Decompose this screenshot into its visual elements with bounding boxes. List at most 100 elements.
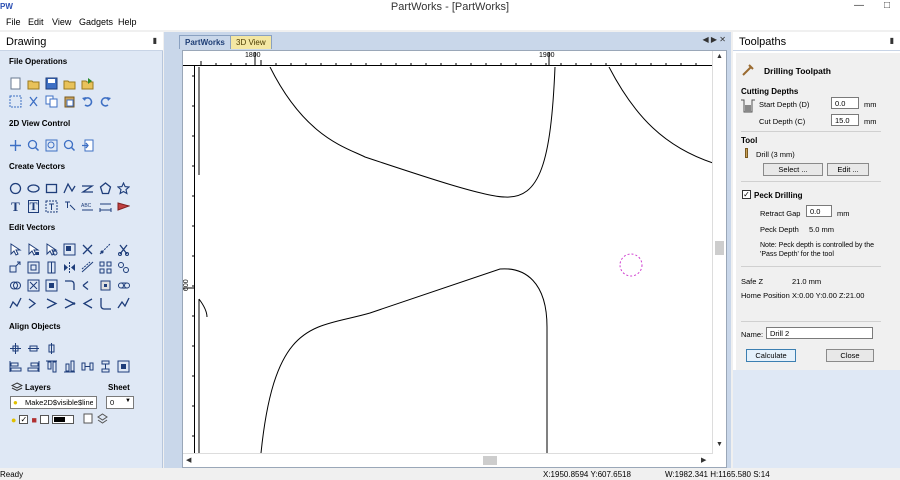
- fit-text-icon[interactable]: [44, 199, 59, 214]
- layer-properties-icon[interactable]: [83, 413, 94, 426]
- sheet-dropdown[interactable]: 0 ▼: [106, 396, 134, 409]
- edit-tool-button[interactable]: Edit ...: [827, 163, 869, 176]
- select-tool-button[interactable]: Select ...: [763, 163, 823, 176]
- layer-manager-icon[interactable]: [96, 413, 108, 426]
- pin-icon[interactable]: ▮: [153, 36, 157, 45]
- distribute-vertical-icon[interactable]: [98, 359, 113, 374]
- tab-partworks[interactable]: PartWorks: [179, 35, 231, 49]
- start-depth-input[interactable]: 0.0: [831, 97, 859, 109]
- fillet-icon[interactable]: [62, 278, 77, 293]
- menu-view[interactable]: View: [52, 17, 71, 27]
- star-icon[interactable]: [116, 181, 131, 196]
- open-folder-icon[interactable]: [26, 76, 41, 91]
- scroll-left-icon[interactable]: ◀: [186, 456, 191, 464]
- retract-gap-input[interactable]: 0.0: [806, 205, 832, 217]
- subtract-icon[interactable]: [26, 278, 41, 293]
- 2d-view[interactable]: 1800 1900 600 ▲ ▼ ◀ ▶: [182, 50, 727, 468]
- space-evenly-icon[interactable]: [116, 359, 131, 374]
- slot-icon[interactable]: [116, 278, 131, 293]
- dimensions-icon[interactable]: [98, 199, 113, 214]
- align-bottom-icon[interactable]: [62, 359, 77, 374]
- menu-file[interactable]: File: [6, 17, 21, 27]
- maximize-button[interactable]: □: [876, 0, 898, 13]
- align-center-icon[interactable]: [44, 260, 59, 275]
- curve-icon[interactable]: [80, 181, 95, 196]
- pan-icon[interactable]: [8, 138, 23, 153]
- scroll-down-icon[interactable]: ▼: [716, 441, 723, 448]
- offset-icon[interactable]: [80, 260, 95, 275]
- horizontal-scroll-thumb[interactable]: [483, 456, 497, 465]
- drawing-canvas[interactable]: [195, 66, 714, 454]
- lock-icon[interactable]: ■: [31, 415, 36, 425]
- tab-close-icon[interactable]: ✕: [719, 35, 726, 44]
- layer-color-picker[interactable]: [51, 415, 74, 424]
- polygon-icon[interactable]: [98, 181, 113, 196]
- circle-icon[interactable]: [8, 181, 23, 196]
- rectangle-icon[interactable]: [44, 181, 59, 196]
- save-icon[interactable]: [44, 76, 59, 91]
- dimension-icon[interactable]: ABC: [80, 199, 95, 214]
- polyline-icon[interactable]: [62, 181, 77, 196]
- menu-gadgets[interactable]: Gadgets: [79, 17, 113, 27]
- minimize-button[interactable]: —: [848, 0, 870, 13]
- join-open-icon[interactable]: [44, 296, 59, 311]
- pin-icon[interactable]: ▮: [890, 36, 894, 45]
- mirror-icon[interactable]: [98, 242, 113, 257]
- cut-depth-input[interactable]: 15.0: [831, 114, 859, 126]
- exit-icon[interactable]: [80, 138, 95, 153]
- locked-checkbox[interactable]: [39, 415, 49, 424]
- import-icon[interactable]: [80, 76, 95, 91]
- new-file-icon[interactable]: [8, 76, 23, 91]
- tab-next-icon[interactable]: ▶: [711, 35, 717, 44]
- select-all-icon[interactable]: [8, 94, 23, 109]
- zoom-box-icon[interactable]: [26, 138, 41, 153]
- node-edit-icon[interactable]: [26, 242, 41, 257]
- close-button[interactable]: Close: [826, 349, 874, 362]
- paste-icon[interactable]: [62, 94, 77, 109]
- intersect-icon[interactable]: [44, 278, 59, 293]
- align-vertical-icon[interactable]: [44, 341, 59, 356]
- scissors-icon[interactable]: [116, 242, 131, 257]
- text-tools-icon[interactable]: [62, 199, 77, 214]
- text-icon[interactable]: T: [8, 199, 23, 214]
- calculate-button[interactable]: Calculate: [746, 349, 796, 362]
- vertical-scroll-thumb[interactable]: [715, 241, 724, 255]
- horizontal-scrollbar[interactable]: ◀ ▶: [183, 453, 713, 467]
- transform-icon[interactable]: [44, 242, 59, 257]
- fillet-corner-icon[interactable]: [116, 296, 131, 311]
- tab-prev-icon[interactable]: ◀: [703, 35, 709, 44]
- close-vector-icon[interactable]: [26, 296, 41, 311]
- rotate-icon[interactable]: [80, 242, 95, 257]
- select-icon[interactable]: [8, 242, 23, 257]
- trim-icon[interactable]: [62, 296, 77, 311]
- trace-icon[interactable]: [116, 199, 131, 214]
- dogbone-icon[interactable]: [98, 296, 113, 311]
- join-icon[interactable]: [80, 278, 95, 293]
- align-top-icon[interactable]: [44, 359, 59, 374]
- layer-dropdown[interactable]: ● Make2D$visible$lines: [10, 396, 97, 409]
- tab-3d-view[interactable]: 3D View: [230, 35, 272, 49]
- scale-icon[interactable]: [26, 260, 41, 275]
- text-on-curve-icon[interactable]: T: [26, 199, 41, 214]
- bezier-icon[interactable]: [80, 296, 95, 311]
- smooth-icon[interactable]: [8, 296, 23, 311]
- weld-icon[interactable]: [8, 278, 23, 293]
- menu-help[interactable]: Help: [118, 17, 137, 27]
- scroll-right-icon[interactable]: ▶: [701, 456, 706, 464]
- flip-icon[interactable]: [62, 260, 77, 275]
- zoom-all-icon[interactable]: [44, 138, 59, 153]
- align-center-both-icon[interactable]: [8, 341, 23, 356]
- undo-icon[interactable]: [80, 94, 95, 109]
- drill-hole-marker[interactable]: [617, 251, 645, 279]
- extend-icon[interactable]: [98, 278, 113, 293]
- nest-icon[interactable]: [116, 260, 131, 275]
- align-right-icon[interactable]: [26, 359, 41, 374]
- peck-drilling-checkbox[interactable]: ✓: [742, 190, 751, 199]
- ellipse-icon[interactable]: [26, 181, 41, 196]
- cut-icon[interactable]: [26, 94, 41, 109]
- copy-icon[interactable]: [44, 94, 59, 109]
- vertical-scrollbar[interactable]: ▲ ▼: [712, 51, 726, 453]
- zoom-out-icon[interactable]: [62, 138, 77, 153]
- scroll-up-icon[interactable]: ▲: [716, 53, 723, 60]
- open-project-icon[interactable]: [62, 76, 77, 91]
